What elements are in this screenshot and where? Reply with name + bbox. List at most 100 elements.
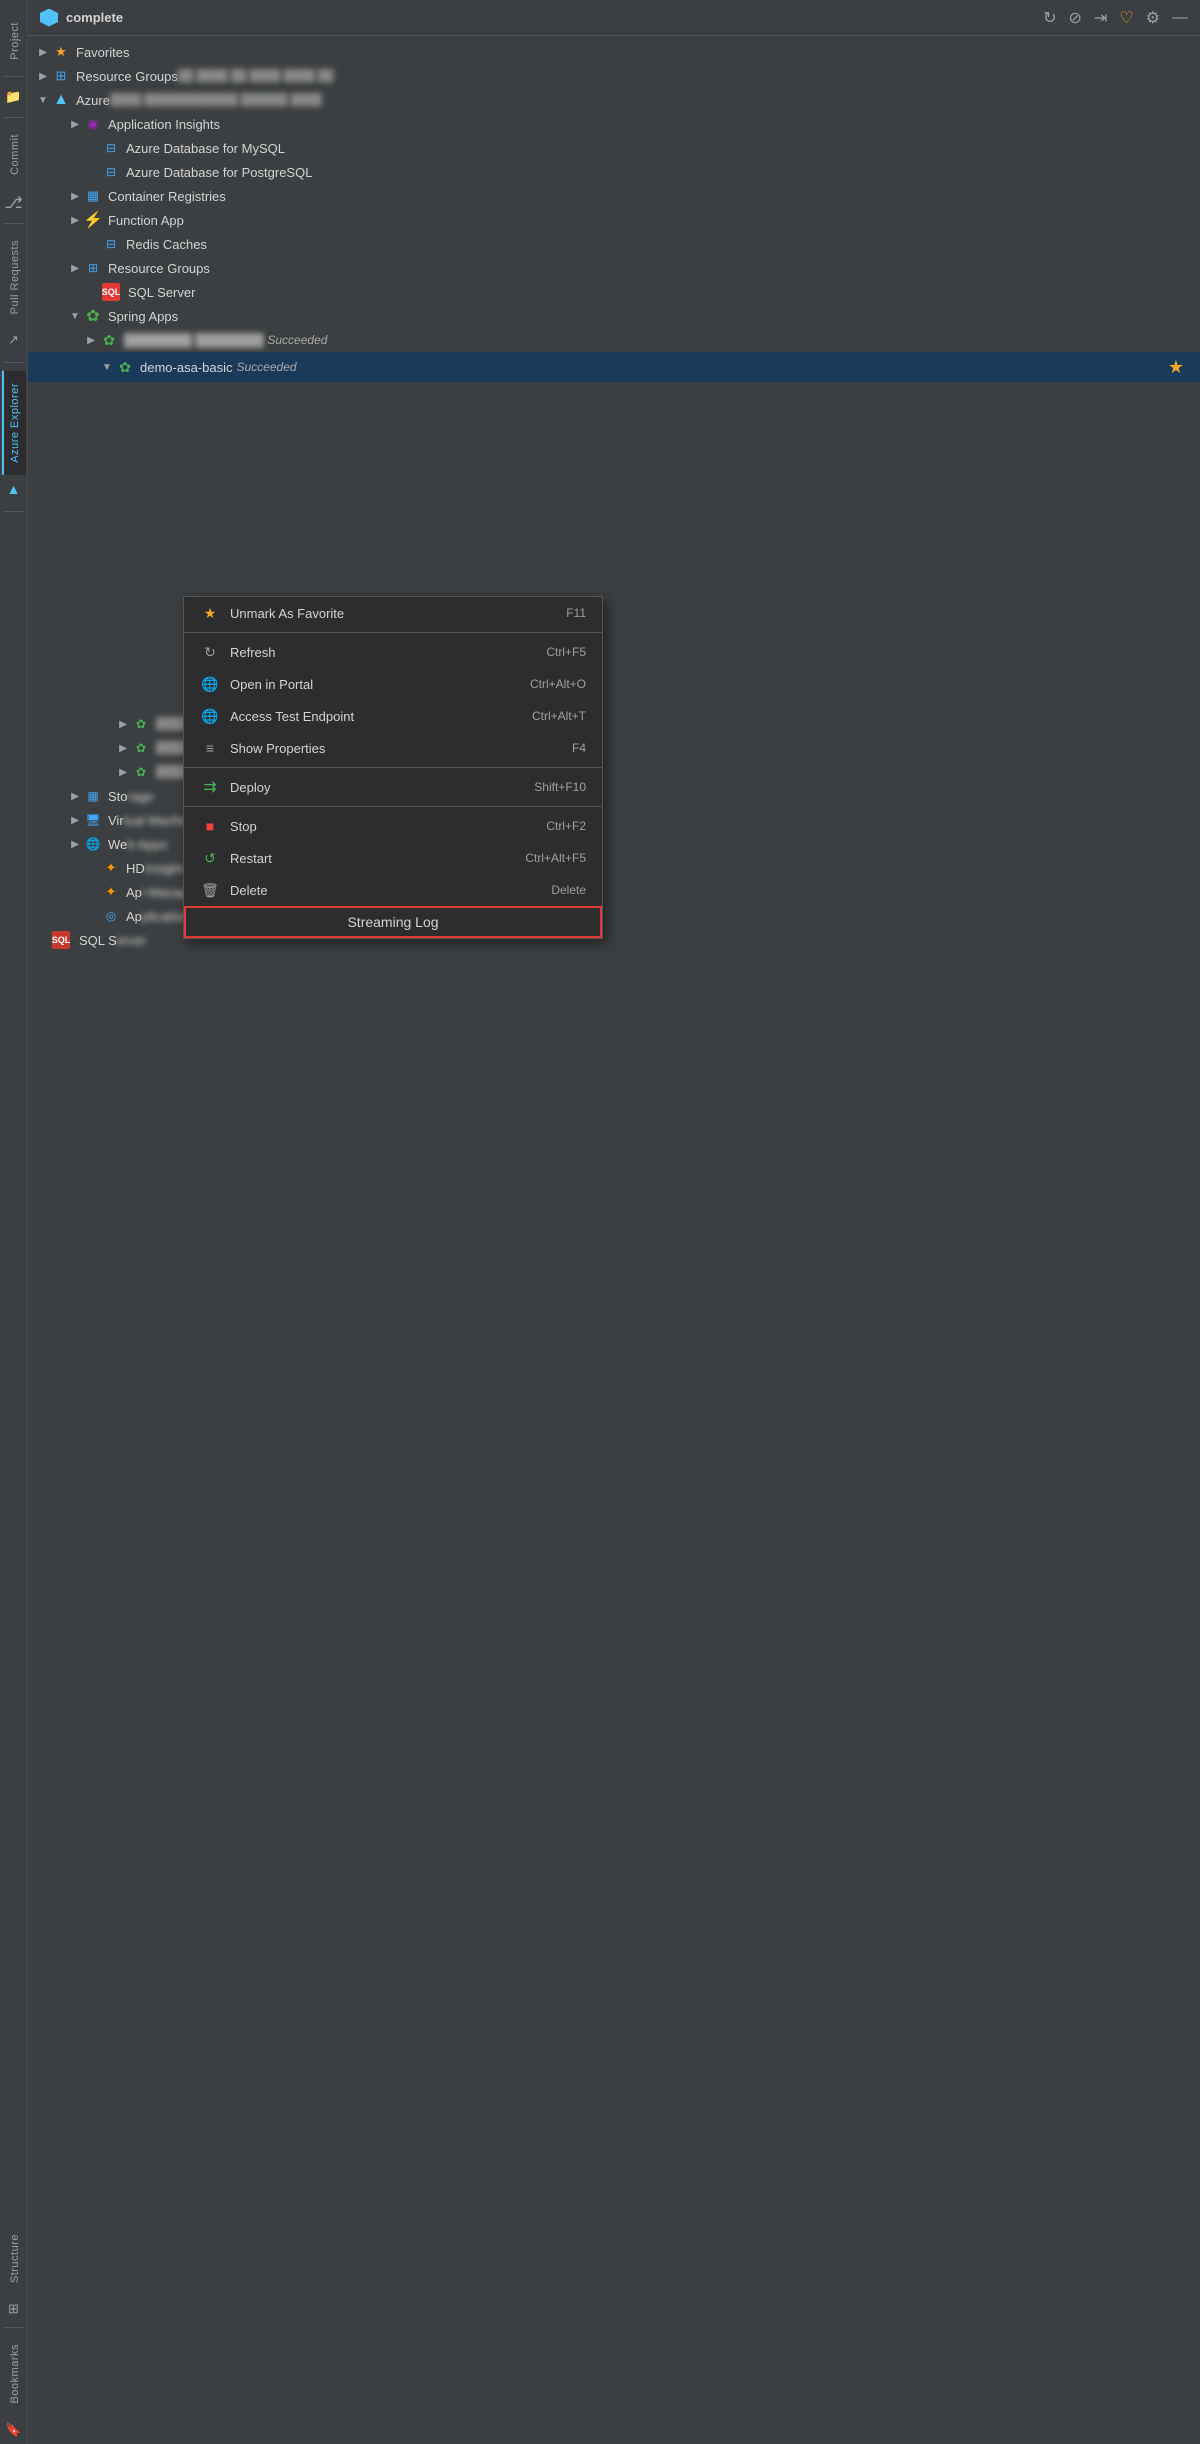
spring-sub-2-icon: ✿: [132, 739, 150, 757]
resource-groups-label: Resource Groups: [76, 69, 178, 84]
ap2-icon: ◎: [102, 907, 120, 925]
redis-label: Redis Caches: [126, 237, 207, 252]
resource-groups-2-label: Resource Groups: [108, 261, 210, 276]
spring-instance-icon: ✿: [100, 331, 118, 349]
chevron-right-icon: ▶: [68, 189, 82, 203]
stop-label: Stop: [230, 819, 546, 834]
context-menu-delete[interactable]: 🗑 Delete Delete: [184, 874, 602, 906]
ap1-icon: ✦: [102, 883, 120, 901]
unmark-favorite-label: Unmark As Favorite: [230, 606, 566, 621]
tree-item-favorites[interactable]: ▶ ★ Favorites: [28, 40, 1200, 64]
tree-item-resource-groups[interactable]: ▶ ⊞ Resource Groups ██ ████ ██ ████ ████…: [28, 64, 1200, 88]
restart-shortcut: Ctrl+Alt+F5: [525, 851, 586, 865]
sidebar-tab-project[interactable]: Project: [2, 10, 26, 72]
spring-2-status: Succeeded: [237, 360, 297, 374]
chevron-right-icon: ▶: [36, 69, 50, 83]
chevron-right-icon: ▶: [68, 117, 82, 131]
far-left-sidebar: Project 📁 Commit ⎇ Pull Requests ↗ Azure…: [0, 0, 28, 2444]
resource-groups-id: ██ ████ ██ ████ ████ ██: [178, 70, 334, 82]
web-label: Web Apps: [108, 837, 167, 852]
minimize-button[interactable]: —: [1172, 9, 1188, 27]
chevron-right-icon: ▶: [68, 213, 82, 227]
pr-icon[interactable]: ↗: [4, 326, 23, 354]
refresh-shortcut: Ctrl+F5: [546, 645, 586, 659]
sidebar-tab-pull-requests[interactable]: Pull Requests: [2, 228, 26, 326]
app-insights-icon: ◉: [84, 115, 102, 133]
tree-item-azure[interactable]: ▼ ▲ Azure ████ ████████████ ██████ ████: [28, 88, 1200, 112]
azure-icon-tab[interactable]: ▲: [3, 475, 25, 503]
sql-server-label: SQL Server: [128, 285, 195, 300]
context-menu-unmark-favorite[interactable]: ★ Unmark As Favorite F11: [184, 597, 602, 629]
function-icon: ⚡: [84, 211, 102, 229]
spring-apps-label: Spring Apps: [108, 309, 178, 324]
bookmark-icon[interactable]: 🔖: [1, 2416, 25, 2444]
deploy-shortcut: Shift+F10: [534, 780, 586, 794]
context-menu-deploy[interactable]: ⇉ Deploy Shift+F10: [184, 771, 602, 803]
tree-item-redis[interactable]: ⊟ Redis Caches: [28, 232, 1200, 256]
context-menu-open-portal[interactable]: 🌐 Open in Portal Ctrl+Alt+O: [184, 668, 602, 700]
refresh-button[interactable]: ↻: [1043, 8, 1056, 28]
mysql-icon: ⊟: [102, 139, 120, 157]
export-button[interactable]: ⇥: [1094, 8, 1107, 28]
chevron-right-icon: ▶: [68, 837, 82, 851]
folder-icon[interactable]: 📁: [1, 81, 25, 113]
show-properties-shortcut: F4: [572, 741, 586, 755]
context-menu-show-properties[interactable]: ≡ Show Properties F4: [184, 732, 602, 764]
restart-icon: ↺: [200, 850, 220, 867]
chevron-down-icon: ▼: [100, 360, 114, 374]
tree-item-mysql[interactable]: ⊟ Azure Database for MySQL: [28, 136, 1200, 160]
tree-item-sql-server[interactable]: SQL SQL Server: [28, 280, 1200, 304]
toolbar-actions: ↻ ⊘ ⇥ ♡ ⚙ —: [1043, 8, 1188, 28]
separator-2: [184, 767, 602, 768]
spring-2-label: demo-asa-basic: [140, 360, 233, 375]
vm-icon: 🖥: [84, 811, 102, 829]
function-app-label: Function App: [108, 213, 184, 228]
context-menu-streaming-log[interactable]: Streaming Log: [184, 906, 602, 938]
sidebar-tab-bookmarks[interactable]: Bookmarks: [2, 2332, 26, 2416]
settings-button[interactable]: ⚙: [1146, 8, 1160, 28]
spring-1-name: ████████ ████████: [124, 333, 263, 347]
context-menu-refresh[interactable]: ↻ Refresh Ctrl+F5: [184, 636, 602, 668]
resource-groups-icon: ⊞: [52, 67, 70, 85]
favorite-button[interactable]: ♡: [1119, 8, 1133, 28]
tree-content: ▶ ★ Favorites ▶ ⊞ Resource Groups ██ ███…: [28, 36, 1200, 2444]
tree-item-postgresql[interactable]: ⊟ Azure Database for PostgreSQL: [28, 160, 1200, 184]
tree-item-container-registries[interactable]: ▶ ▦ Container Registries: [28, 184, 1200, 208]
postgresql-label: Azure Database for PostgreSQL: [126, 165, 312, 180]
app-title: complete: [66, 10, 123, 25]
access-test-shortcut: Ctrl+Alt+T: [532, 709, 586, 723]
context-menu: ★ Unmark As Favorite F11 ↻ Refresh Ctrl+…: [183, 596, 603, 939]
sidebar-tab-azure-explorer[interactable]: Azure Explorer: [2, 371, 26, 475]
chevron-right-icon: ▶: [36, 45, 50, 59]
commit-icon[interactable]: ⎇: [0, 187, 26, 219]
deploy-label: Deploy: [230, 780, 534, 795]
structure-icon[interactable]: ⊞: [4, 2295, 23, 2323]
main-content: complete ↻ ⊘ ⇥ ♡ ⚙ — ▶ ★ Favorites ▶ ⊞ R…: [28, 0, 1200, 2444]
web-icon: 🌐: [84, 835, 102, 853]
container-icon: ▦: [84, 187, 102, 205]
tree-item-spring-2-header[interactable]: ▼ ✿ demo-asa-basic Succeeded ★: [28, 352, 1200, 382]
context-menu-restart[interactable]: ↺ Restart Ctrl+Alt+F5: [184, 842, 602, 874]
spring-2-favorite-star[interactable]: ★: [1160, 357, 1192, 378]
empty-bottom-area: [28, 952, 1200, 2052]
tree-item-spring-apps[interactable]: ▼ ✿ Spring Apps: [28, 304, 1200, 328]
hd-icon: ✦: [102, 859, 120, 877]
context-menu-access-test[interactable]: 🌐 Access Test Endpoint Ctrl+Alt+T: [184, 700, 602, 732]
open-portal-label: Open in Portal: [230, 677, 530, 692]
tree-item-app-insights[interactable]: ▶ ◉ Application Insights: [28, 112, 1200, 136]
tree-item-resource-groups-2[interactable]: ▶ ⊞ Resource Groups: [28, 256, 1200, 280]
chevron-right-icon: ▶: [68, 813, 82, 827]
chevron-right-icon: ▶: [68, 261, 82, 275]
tree-item-spring-1[interactable]: ▶ ✿ ████████ ████████ Succeeded: [28, 328, 1200, 352]
sidebar-tab-structure[interactable]: Structure: [2, 2222, 26, 2295]
chevron-down-icon: ▼: [68, 309, 82, 323]
azure-id: ████ ████████████ ██████ ████: [110, 94, 322, 106]
open-portal-shortcut: Ctrl+Alt+O: [530, 677, 586, 691]
context-menu-stop[interactable]: ■ Stop Ctrl+F2: [184, 810, 602, 842]
filter-button[interactable]: ⊘: [1069, 8, 1082, 28]
tree-item-function-app[interactable]: ▶ ⚡ Function App: [28, 208, 1200, 232]
spring-sub-3-icon: ✿: [132, 763, 150, 781]
chevron-right-icon: ▶: [84, 333, 98, 347]
delete-shortcut: Delete: [551, 883, 586, 897]
sidebar-tab-commit[interactable]: Commit: [2, 122, 26, 187]
